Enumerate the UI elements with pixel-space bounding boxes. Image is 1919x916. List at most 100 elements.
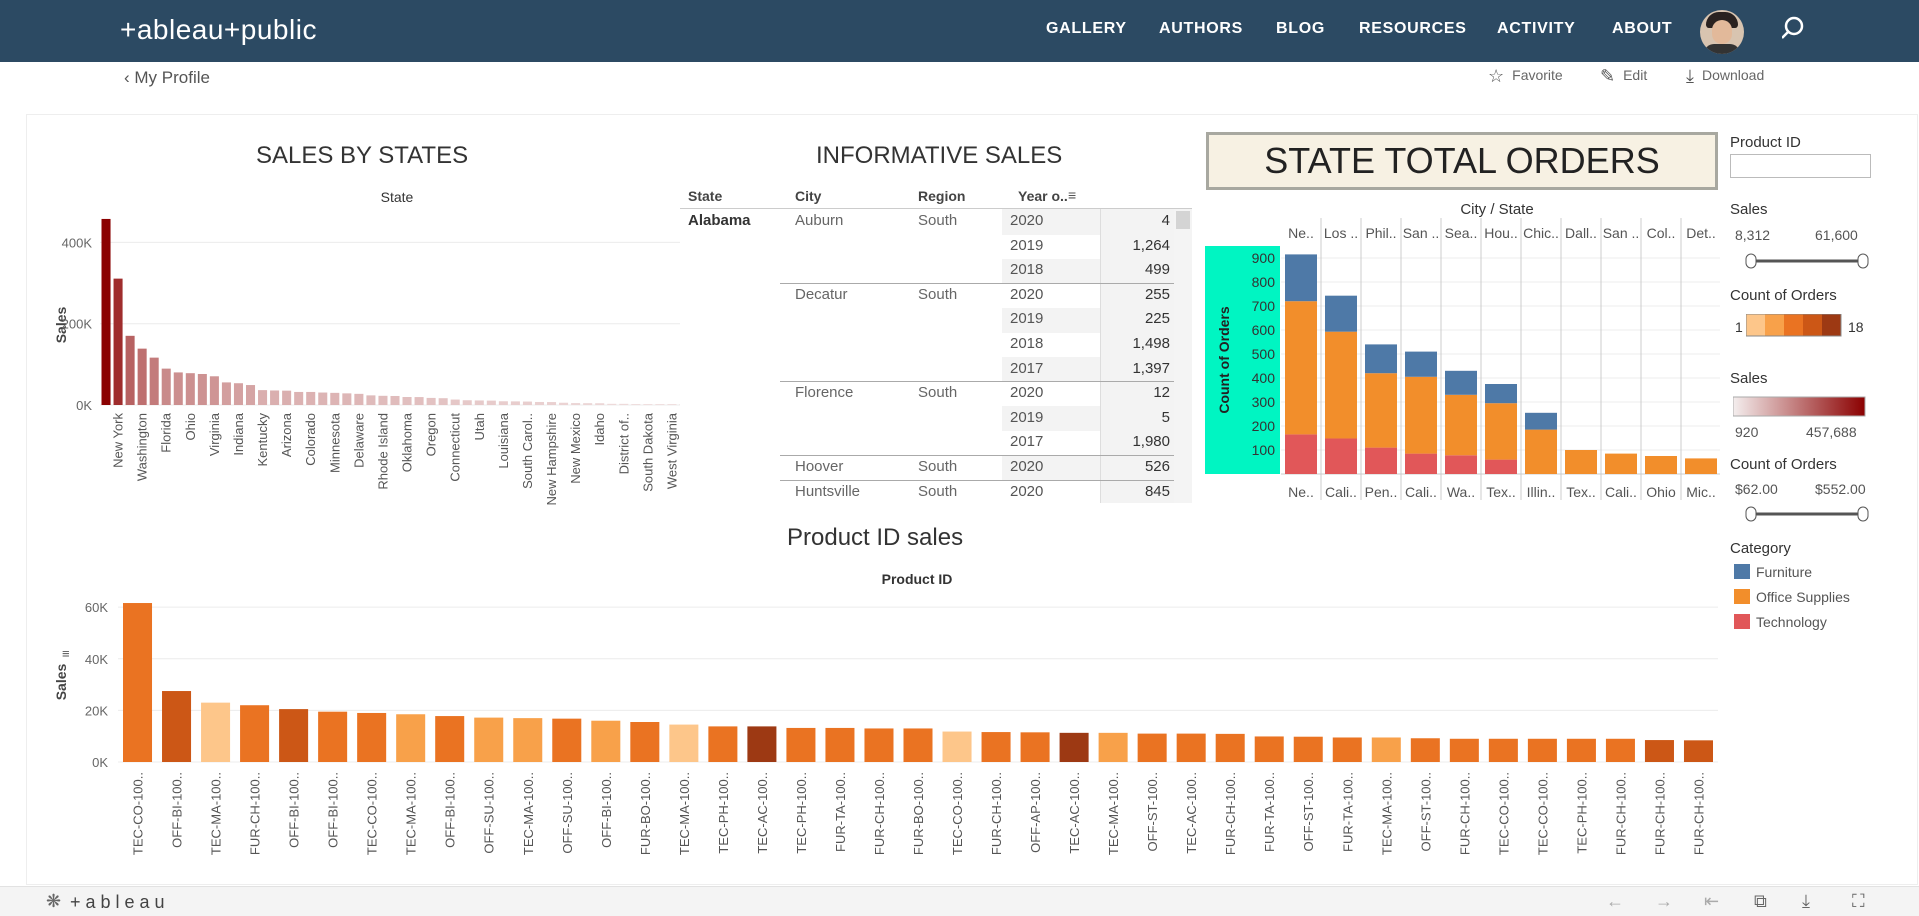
product-bar[interactable] bbox=[1293, 736, 1323, 762]
orders-bar-segment[interactable] bbox=[1285, 254, 1317, 302]
states-bar[interactable] bbox=[113, 278, 123, 405]
states-bar[interactable] bbox=[318, 392, 328, 405]
nav-authors[interactable]: AUTHORS bbox=[1159, 20, 1243, 38]
states-bar[interactable] bbox=[595, 403, 605, 405]
orders-bar-segment[interactable] bbox=[1445, 370, 1477, 395]
states-bar[interactable] bbox=[402, 396, 412, 405]
table-header-cell[interactable]: Region bbox=[918, 188, 965, 204]
states-bar[interactable] bbox=[414, 397, 424, 405]
product-bar[interactable] bbox=[162, 691, 192, 762]
product-bar[interactable] bbox=[435, 716, 465, 762]
states-bar[interactable] bbox=[209, 376, 219, 405]
orders-bar-segment[interactable] bbox=[1285, 301, 1317, 435]
product-id-filter-input[interactable] bbox=[1730, 154, 1871, 178]
states-bar[interactable] bbox=[655, 404, 665, 405]
revert-icon[interactable]: ⇤ bbox=[1704, 891, 1719, 912]
product-bar[interactable] bbox=[1371, 737, 1401, 762]
orders-bar-segment[interactable] bbox=[1485, 384, 1517, 404]
orders-bar-segment[interactable] bbox=[1525, 429, 1557, 474]
undo-icon[interactable]: ← bbox=[1606, 891, 1624, 912]
states-bar[interactable] bbox=[378, 395, 388, 405]
orders-bar-segment[interactable] bbox=[1685, 458, 1717, 474]
orders-bar-segment[interactable] bbox=[1485, 403, 1517, 460]
orders-bar-segment[interactable] bbox=[1365, 447, 1397, 474]
product-bar[interactable] bbox=[591, 720, 621, 762]
states-bar[interactable] bbox=[366, 395, 376, 405]
states-bar[interactable] bbox=[270, 390, 280, 405]
product-bar[interactable] bbox=[1449, 738, 1479, 762]
table-row[interactable]: 2017 1,397 bbox=[680, 360, 1174, 382]
download-button[interactable]: ⤓ Download bbox=[1686, 66, 1764, 87]
sales-range-slider[interactable] bbox=[1745, 252, 1869, 270]
product-bar[interactable] bbox=[903, 728, 933, 762]
nav-gallery[interactable]: GALLERY bbox=[1046, 20, 1127, 38]
states-bar[interactable] bbox=[173, 372, 183, 405]
states-bar[interactable] bbox=[125, 335, 135, 405]
states-bar[interactable] bbox=[631, 404, 641, 405]
search-icon[interactable] bbox=[1782, 14, 1810, 42]
download-toolbar-icon[interactable]: ⤓ bbox=[1802, 891, 1810, 912]
product-bar[interactable] bbox=[1020, 732, 1050, 762]
product-bar[interactable] bbox=[240, 705, 270, 762]
nav-blog[interactable]: BLOG bbox=[1276, 20, 1325, 38]
product-bar[interactable] bbox=[825, 727, 855, 762]
states-bar[interactable] bbox=[185, 373, 195, 405]
orders-bar-segment[interactable] bbox=[1525, 412, 1557, 430]
product-bar[interactable] bbox=[396, 714, 426, 762]
category-technology-label[interactable]: Technology bbox=[1756, 614, 1827, 630]
count-range-slider[interactable] bbox=[1745, 505, 1869, 523]
table-header-cell[interactable]: Year o.. bbox=[1018, 188, 1068, 204]
states-bar[interactable] bbox=[221, 382, 231, 405]
states-bar[interactable] bbox=[282, 390, 292, 405]
product-bar[interactable] bbox=[318, 711, 348, 762]
product-bar[interactable] bbox=[864, 728, 894, 762]
orders-bar-segment[interactable] bbox=[1405, 376, 1437, 454]
product-bar[interactable] bbox=[786, 727, 816, 762]
states-bar[interactable] bbox=[547, 402, 557, 405]
product-id-sales-chart[interactable]: Product ID Sales 60K 40K 20K 0K ≡ TEC-CO-100.… bbox=[40, 562, 1720, 882]
product-bar[interactable] bbox=[1683, 740, 1713, 762]
product-bar[interactable] bbox=[123, 603, 153, 762]
states-bar[interactable] bbox=[233, 383, 243, 405]
states-bar[interactable] bbox=[354, 393, 364, 405]
product-bar[interactable] bbox=[1332, 737, 1362, 762]
states-bar[interactable] bbox=[559, 402, 569, 405]
states-bar[interactable] bbox=[149, 357, 159, 405]
sort-icon[interactable]: ≡ bbox=[62, 646, 70, 661]
table-row[interactable]: 2019 5 bbox=[680, 409, 1174, 431]
edit-button[interactable]: ✎ Edit bbox=[1600, 66, 1647, 87]
product-bar[interactable] bbox=[669, 724, 699, 762]
redo-icon[interactable]: → bbox=[1655, 891, 1673, 912]
states-bar[interactable] bbox=[450, 399, 460, 405]
table-row[interactable]: 2019 225 bbox=[680, 310, 1174, 332]
product-bar[interactable] bbox=[1605, 738, 1635, 762]
product-bar[interactable] bbox=[513, 718, 543, 762]
product-bar[interactable] bbox=[1527, 738, 1557, 762]
table-row[interactable]: 2019 1,264 bbox=[680, 237, 1174, 259]
nav-resources[interactable]: RESOURCES bbox=[1359, 20, 1467, 38]
orders-bar-segment[interactable] bbox=[1325, 438, 1357, 474]
nav-activity[interactable]: ACTIVITY bbox=[1497, 20, 1576, 38]
table-scroll-thumb[interactable] bbox=[1176, 211, 1190, 229]
states-bar[interactable] bbox=[534, 401, 545, 405]
orders-bar-segment[interactable] bbox=[1645, 456, 1677, 474]
product-bar[interactable] bbox=[981, 732, 1011, 762]
orders-bar-segment[interactable] bbox=[1365, 373, 1397, 448]
table-row[interactable]: Hoover South 2020 526 bbox=[680, 458, 1174, 480]
product-bar[interactable] bbox=[1644, 740, 1674, 762]
product-bar[interactable] bbox=[552, 718, 582, 762]
states-bar[interactable] bbox=[390, 395, 400, 405]
states-bar[interactable] bbox=[486, 400, 496, 405]
product-bar[interactable] bbox=[279, 709, 309, 762]
orders-bar-segment[interactable] bbox=[1445, 394, 1477, 456]
product-bar[interactable] bbox=[1176, 733, 1206, 762]
product-bar[interactable] bbox=[1488, 738, 1518, 762]
table-row[interactable]: 2018 499 bbox=[680, 261, 1174, 283]
category-office-supplies-label[interactable]: Office Supplies bbox=[1756, 589, 1850, 605]
state-total-orders-chart[interactable]: City / State Count of Orders 100 200 300 40… bbox=[1205, 198, 1720, 508]
states-bar[interactable] bbox=[294, 391, 304, 405]
product-bar[interactable] bbox=[357, 712, 387, 762]
orders-bar-segment[interactable] bbox=[1445, 455, 1477, 474]
orders-bar-segment[interactable] bbox=[1325, 331, 1357, 439]
states-bar[interactable] bbox=[522, 401, 532, 405]
